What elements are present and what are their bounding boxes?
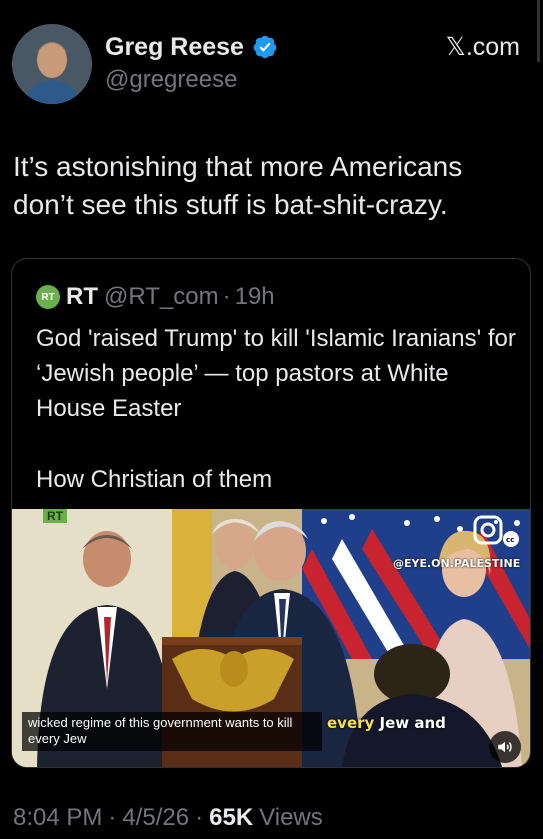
rt-logo-avatar: RT bbox=[36, 285, 60, 309]
avatar-image bbox=[12, 24, 92, 104]
quote-author-name[interactable]: RT bbox=[66, 283, 98, 311]
svg-text:cc: cc bbox=[506, 536, 514, 544]
author-name-row: Greg Reese bbox=[105, 30, 435, 64]
quote-author-handle: @RT_com bbox=[104, 283, 219, 310]
quote-body: God 'raised Trump' to kill 'Islamic Iran… bbox=[36, 325, 516, 422]
views-label: Views bbox=[259, 804, 323, 831]
tweet-date[interactable]: 4/5/26 bbox=[122, 804, 189, 832]
tweet-time[interactable]: 8:04 PM bbox=[13, 804, 102, 832]
views-count[interactable]: 65K bbox=[209, 804, 253, 832]
author-name[interactable]: Greg Reese bbox=[105, 33, 244, 62]
site-label: 𝕏.com bbox=[445, 33, 520, 61]
tweet-metadata: 8:04 PM · 4/5/26 · 65K Views bbox=[13, 804, 323, 832]
instagram-cc-icon: cc bbox=[473, 515, 519, 547]
sound-button[interactable] bbox=[489, 731, 521, 763]
video-subtitle: every Jew and bbox=[327, 714, 446, 732]
avatar[interactable] bbox=[12, 24, 92, 104]
video-caption: wicked regime of this government wants t… bbox=[22, 712, 322, 751]
quote-tweet[interactable]: RT RT @RT_com · 19h God 'raised Trump' t… bbox=[11, 258, 531, 768]
metadata-separator: · bbox=[108, 804, 117, 831]
speaker-icon bbox=[498, 741, 512, 753]
scroll-indicator bbox=[537, 0, 540, 62]
author-block: Greg Reese @gregreese bbox=[105, 30, 435, 94]
subtitle-suffix: Jew and bbox=[374, 714, 446, 732]
author-handle[interactable]: @gregreese bbox=[105, 66, 435, 94]
tweet-text: It’s astonishing that more Americans don… bbox=[13, 151, 463, 220]
video-player[interactable]: RT cc @EYE.ON.PALESTINE wicked regime of… bbox=[12, 509, 530, 767]
verified-badge-icon bbox=[253, 35, 277, 59]
subtitle-highlight: every bbox=[327, 714, 375, 732]
quote-separator: · bbox=[222, 283, 231, 310]
video-watermark: @EYE.ON.PALESTINE bbox=[393, 557, 521, 570]
quote-header: RT RT @RT_com · 19h bbox=[36, 281, 275, 313]
metadata-separator: · bbox=[195, 804, 204, 831]
video-channel-tag: RT bbox=[43, 509, 67, 523]
quote-extra-text: How Christian of them bbox=[36, 466, 273, 493]
quote-timestamp[interactable]: 19h bbox=[235, 283, 275, 311]
